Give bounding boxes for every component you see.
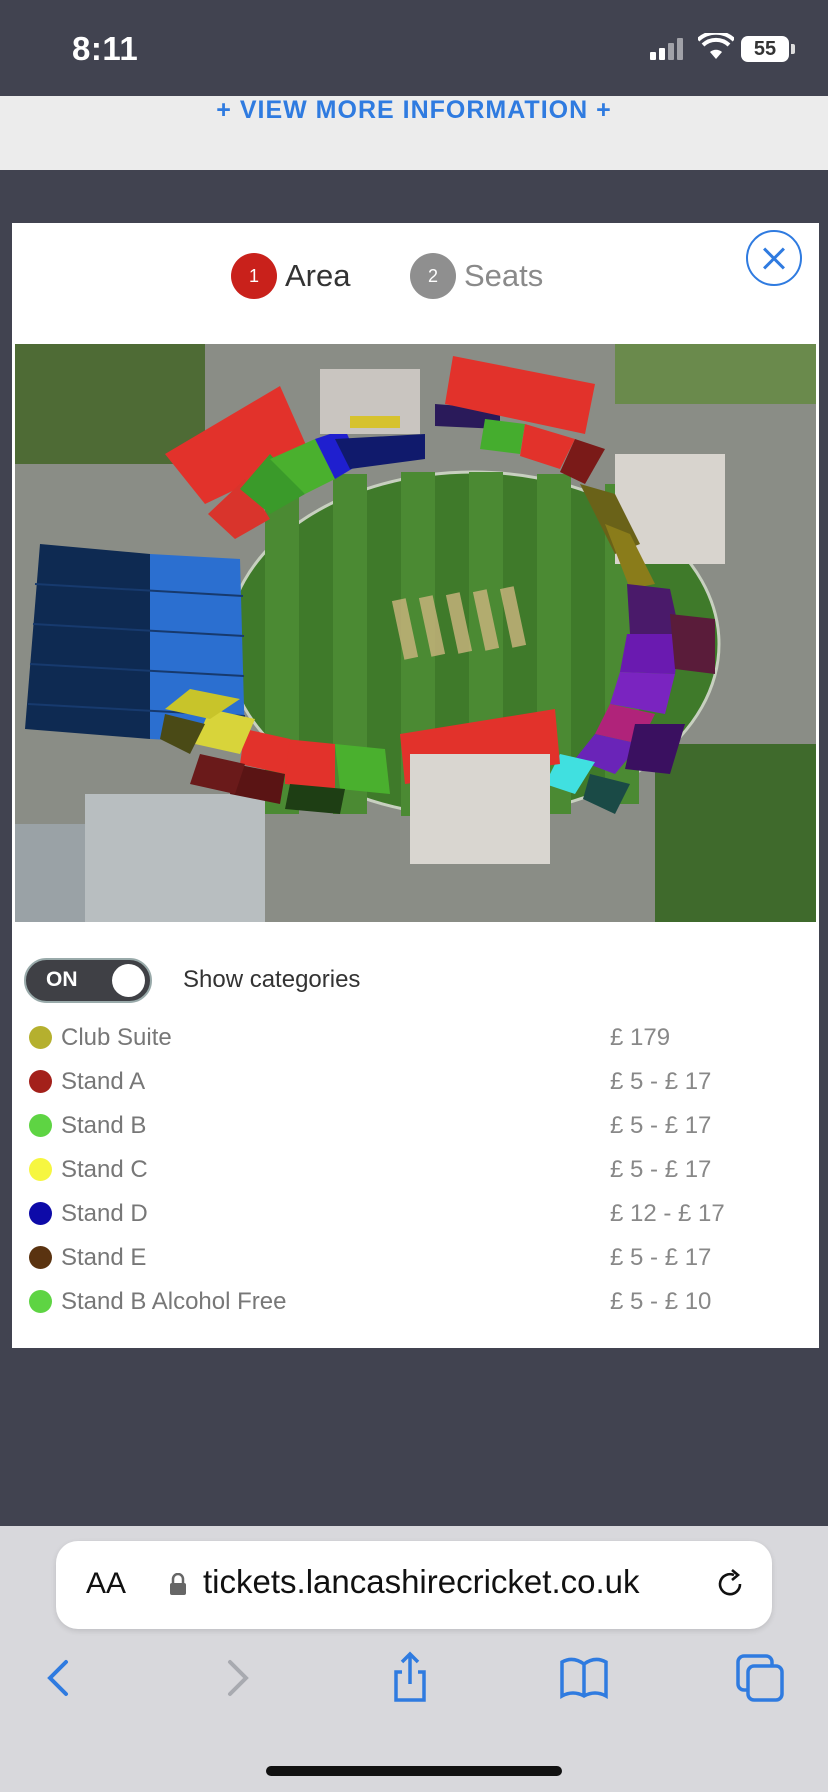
category-color-dot (29, 1246, 52, 1269)
close-icon[interactable] (746, 230, 802, 286)
category-color-dot (29, 1026, 52, 1049)
category-name: Club Suite (61, 1024, 172, 1051)
wifi-icon (698, 33, 734, 59)
category-item[interactable]: Stand C £ 5 - £ 17 (29, 1149, 809, 1193)
category-item[interactable]: Club Suite £ 179 (29, 1017, 809, 1061)
category-color-dot (29, 1202, 52, 1225)
view-more-information-link[interactable]: + VIEW MORE INFORMATION + (0, 96, 828, 125)
show-categories-label: Show categories (183, 966, 361, 993)
battery-icon: 55 (741, 36, 795, 62)
cellular-signal-icon (650, 38, 686, 60)
category-name: Stand E (61, 1244, 147, 1271)
browser-chrome: AA tickets.lancashirecricket.co.uk (0, 1526, 828, 1792)
toggle-knob (112, 964, 145, 997)
info-band: + VIEW MORE INFORMATION + (0, 96, 828, 170)
stadium-map-graphic (15, 344, 816, 922)
category-name: Stand B Alcohol Free (61, 1288, 287, 1315)
lock-icon (170, 1573, 186, 1595)
category-item[interactable]: Stand A £ 5 - £ 17 (29, 1061, 809, 1105)
address-bar[interactable]: AA tickets.lancashirecricket.co.uk (56, 1541, 772, 1629)
step-indicator: 1 Area 2 Seats (12, 223, 819, 339)
category-color-dot (29, 1290, 52, 1313)
forward-icon[interactable] (206, 1648, 266, 1708)
show-categories-toggle[interactable]: ON (24, 958, 152, 1003)
step-label: Area (285, 258, 351, 293)
category-price: £ 5 - £ 17 (610, 1068, 712, 1095)
reload-icon[interactable] (712, 1566, 748, 1602)
category-item[interactable]: Stand B Alcohol Free £ 5 - £ 10 (29, 1281, 809, 1325)
category-price: £ 5 - £ 17 (610, 1112, 712, 1139)
category-color-dot (29, 1070, 52, 1093)
category-name: Stand A (61, 1068, 146, 1095)
text-size-button[interactable]: AA (86, 1567, 126, 1601)
tabs-icon[interactable] (730, 1648, 790, 1708)
category-color-dot (29, 1158, 52, 1181)
back-icon[interactable] (30, 1648, 90, 1708)
category-name: Stand C (61, 1156, 148, 1183)
category-price: £ 12 - £ 17 (610, 1200, 725, 1227)
step-area[interactable]: 1 Area (231, 251, 350, 301)
step-number-badge: 1 (231, 253, 277, 299)
category-price: £ 5 - £ 17 (610, 1156, 712, 1183)
category-list: Club Suite £ 179 Stand A £ 5 - £ 17 Stan… (29, 1017, 809, 1325)
category-name: Stand B (61, 1112, 147, 1139)
home-indicator (266, 1766, 562, 1776)
status-bar: 8:11 55 (0, 0, 828, 96)
browser-toolbar (0, 1648, 828, 1718)
toggle-state: ON (46, 968, 78, 991)
area-selection-modal: 1 Area 2 Seats ON Show categories Club S… (12, 223, 819, 1348)
step-label: Seats (464, 258, 544, 293)
url-text[interactable]: tickets.lancashirecricket.co.uk (203, 1563, 640, 1601)
bookmarks-icon[interactable] (554, 1648, 614, 1708)
category-item[interactable]: Stand B £ 5 - £ 17 (29, 1105, 809, 1149)
share-icon[interactable] (380, 1648, 440, 1708)
category-item[interactable]: Stand E £ 5 - £ 17 (29, 1237, 809, 1281)
category-price: £ 179 (610, 1024, 671, 1051)
category-item[interactable]: Stand D £ 12 - £ 17 (29, 1193, 809, 1237)
category-color-dot (29, 1114, 52, 1137)
step-number-badge: 2 (410, 253, 456, 299)
category-price: £ 5 - £ 10 (610, 1288, 712, 1315)
category-price: £ 5 - £ 17 (610, 1244, 712, 1271)
clock: 8:11 (72, 30, 139, 67)
show-categories-row: ON Show categories (24, 958, 804, 1004)
stadium-map[interactable] (15, 344, 816, 922)
step-seats[interactable]: 2 Seats (410, 251, 543, 301)
category-name: Stand D (61, 1200, 148, 1227)
